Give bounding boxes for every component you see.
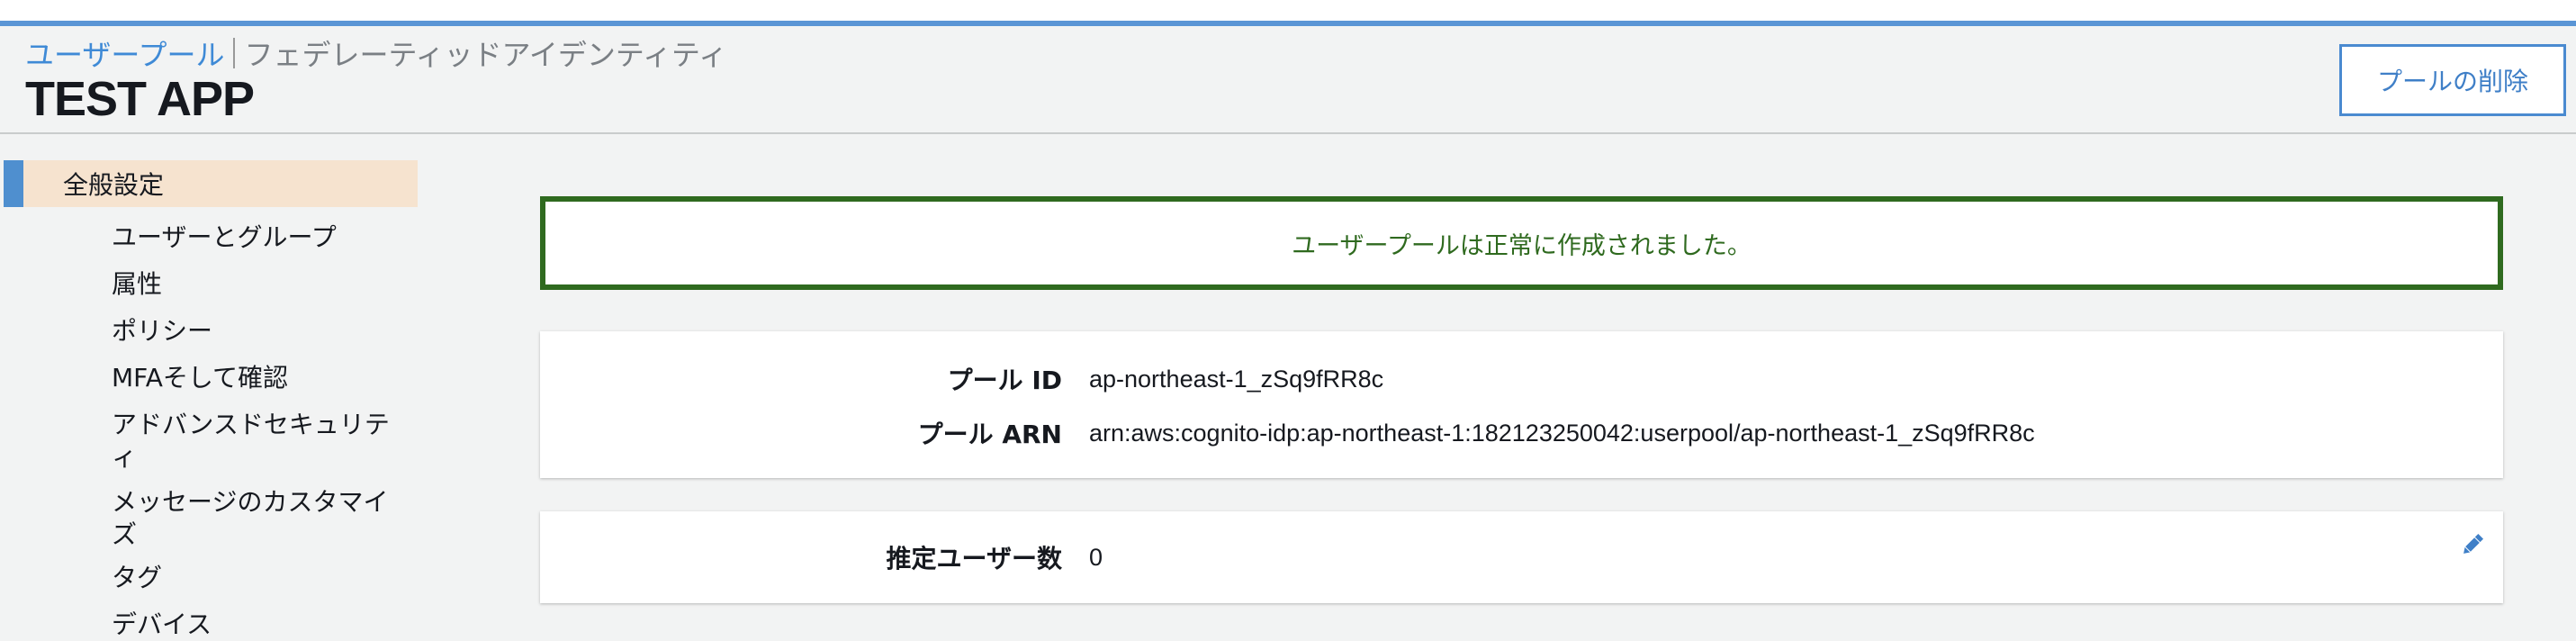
delete-pool-button[interactable]: プールの削除 [2339, 44, 2566, 116]
sidebar: 全般設定 ユーザーとグループ 属性 ポリシー MFAそして確認 アドバンスドセキ… [0, 160, 423, 639]
sidebar-item-attributes[interactable]: 属性 [112, 268, 400, 301]
breadcrumb: ユーザープール フェデレーティッドアイデンティティ [25, 33, 727, 73]
pool-id-value: ap-northeast-1_zSq9fRR8c [1089, 365, 1384, 393]
breadcrumb-user-pools-link[interactable]: ユーザープール [25, 32, 224, 74]
pool-info-card: プール ID ap-northeast-1_zSq9fRR8c プール ARN … [540, 331, 2503, 478]
page-header: ユーザープール フェデレーティッドアイデンティティ TEST APP プールの削… [0, 26, 2576, 134]
breadcrumb-federated-identities[interactable]: フェデレーティッドアイデンティティ [244, 32, 727, 74]
estimated-users-value: 0 [1089, 543, 1103, 571]
sidebar-item-tags[interactable]: タグ [112, 562, 400, 594]
sidebar-item-policies[interactable]: ポリシー [112, 315, 400, 348]
pencil-icon[interactable] [2459, 531, 2486, 558]
pool-id-row: プール ID ap-northeast-1_zSq9fRR8c [540, 361, 2503, 397]
estimated-users-card: 推定ユーザー数 0 [540, 511, 2503, 603]
sidebar-item-general-settings[interactable]: 全般設定 [4, 160, 418, 207]
sidebar-item-users-and-groups[interactable]: ユーザーとグループ [112, 221, 400, 254]
pool-arn-label: プール ARN [917, 420, 1062, 449]
breadcrumb-separator [233, 38, 236, 68]
sidebar-item-message-customization[interactable]: メッセージのカスタマイズ [112, 486, 400, 551]
sidebar-item-devices[interactable]: デバイス [112, 609, 400, 641]
estimated-users-row: 推定ユーザー数 0 [540, 539, 2503, 575]
pool-id-label: プール ID [947, 366, 1062, 395]
pool-arn-value: arn:aws:cognito-idp:ap-northeast-1:18212… [1089, 419, 2035, 447]
estimated-users-label: 推定ユーザー数 [886, 544, 1062, 573]
success-alert: ユーザープールは正常に作成されました。 [540, 196, 2503, 290]
page-title: TEST APP [25, 72, 255, 126]
pool-arn-row: プール ARN arn:aws:cognito-idp:ap-northeast… [540, 415, 2503, 451]
sidebar-item-mfa-verification[interactable]: MFAそして確認 [112, 362, 400, 394]
success-alert-message: ユーザープールは正常に作成されました。 [1292, 231, 1752, 260]
top-accent-bar [0, 0, 2576, 26]
sidebar-item-advanced-security[interactable]: アドバンスドセキュリティ [112, 409, 400, 474]
